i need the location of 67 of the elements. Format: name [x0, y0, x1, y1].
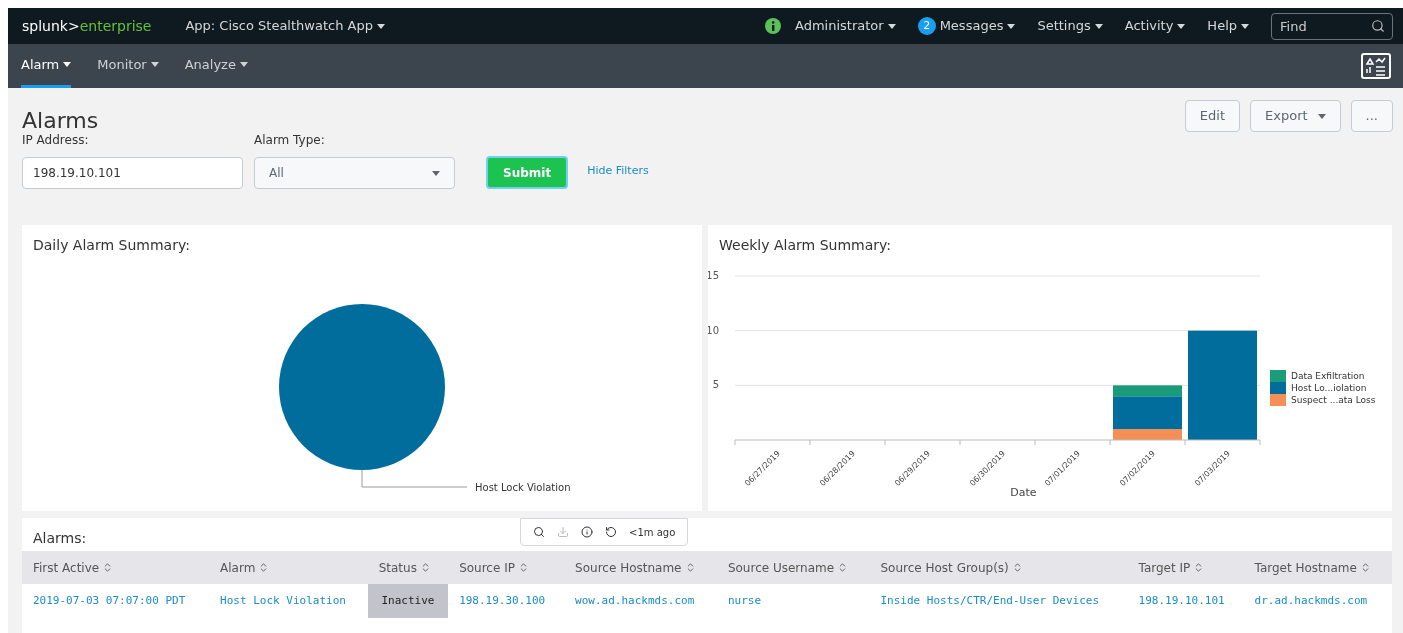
info-icon[interactable]	[581, 526, 593, 538]
column-header[interactable]: Target IP	[1127, 551, 1244, 584]
header-menu[interactable]: Activity	[1124, 16, 1186, 36]
count-badge: 2	[917, 17, 936, 35]
caret-icon	[1241, 23, 1249, 29]
column-header[interactable]: Status	[367, 551, 449, 584]
page-action-button[interactable]: Edit	[1184, 100, 1241, 132]
caret-icon	[376, 23, 385, 29]
axis-title: Date	[1010, 486, 1037, 499]
link-cell[interactable]: nurse	[716, 584, 870, 618]
field-label: Alarm Type:	[254, 132, 326, 149]
header-menu[interactable]: 2 Messages	[917, 16, 1016, 36]
panel-title: Weekly Alarm Summary:	[718, 236, 892, 255]
status-cell: Inactive	[367, 584, 449, 618]
legend-label: Host Lo...iolation	[1291, 383, 1367, 393]
caret-icon	[150, 62, 159, 67]
column-header[interactable]: Source Host Group(s)	[869, 551, 1128, 584]
field-label: IP Address:	[22, 132, 90, 149]
search-field[interactable]: Find	[1271, 12, 1393, 40]
nav-tab[interactable]: Monitor	[97, 44, 159, 88]
link-cell[interactable]: 198.19.30.100	[448, 584, 565, 618]
column-header[interactable]: Alarm	[209, 551, 368, 584]
slice-label: Host Lock Violation	[475, 482, 571, 493]
caret-icon	[1177, 23, 1186, 29]
link-cell[interactable]: Inside Hosts/CTR/End-User Devices	[869, 584, 1128, 618]
app-menu[interactable]: App: Cisco Stealthwatch App	[185, 16, 385, 36]
caret-icon	[887, 23, 896, 29]
header-menu[interactable]: Administrator	[765, 16, 896, 36]
alarm-type-dropdown[interactable]: All	[254, 157, 455, 189]
legend-label: Suspect ...ata Loss	[1291, 395, 1376, 405]
y-tick-label: 15	[708, 270, 719, 281]
legend-label: Data Exfiltration	[1291, 371, 1365, 381]
y-tick-label: 5	[712, 379, 719, 391]
nav-tab[interactable]: Analyze	[184, 44, 248, 88]
column-header[interactable]: Source Hostname	[564, 551, 717, 584]
column-header[interactable]: Source Username	[716, 551, 870, 584]
header-menu[interactable]: Help	[1207, 16, 1249, 36]
panel-title: Alarms:	[33, 529, 87, 548]
header-menu[interactable]: Settings	[1037, 16, 1103, 36]
page-action-button[interactable]: ...	[1350, 100, 1393, 132]
refresh-age: <1m ago	[629, 525, 676, 540]
link-cell[interactable]: 198.19.10.101	[1127, 584, 1244, 618]
caret-icon	[63, 62, 72, 67]
panel-title: Daily Alarm Summary:	[32, 236, 191, 255]
search-icon	[1371, 18, 1385, 33]
info-icon	[765, 18, 782, 34]
logo: splunk>enterprise	[22, 16, 152, 36]
caret-icon	[239, 62, 248, 67]
caret-icon	[1317, 114, 1326, 120]
page-action-button[interactable]: Export	[1250, 100, 1341, 132]
column-header[interactable]: Target Hostname	[1243, 551, 1392, 584]
caret-icon	[432, 170, 440, 176]
link-cell[interactable]: dr.ad.hackmds.com	[1243, 584, 1392, 618]
y-tick-label: 10	[708, 324, 719, 336]
dashboard-icon[interactable]	[1361, 53, 1391, 79]
search-icon[interactable]	[533, 526, 545, 538]
refresh-icon[interactable]	[605, 526, 617, 538]
link-cell[interactable]: 2019-07-03 07:07:00 PDT	[22, 584, 210, 618]
page-title: Alarms	[22, 107, 99, 134]
hide-filters-link[interactable]: Hide Filters	[587, 162, 649, 179]
column-header[interactable]: First Active	[22, 551, 210, 584]
ip-address-field[interactable]: 198.19.10.101	[22, 157, 243, 189]
caret-icon	[1094, 23, 1103, 29]
link-cell[interactable]: wow.ad.hackmds.com	[564, 584, 717, 618]
link-cell[interactable]: Host Lock Violation	[209, 584, 368, 618]
column-header[interactable]: Source IP	[448, 551, 565, 584]
caret-icon	[1007, 23, 1016, 29]
